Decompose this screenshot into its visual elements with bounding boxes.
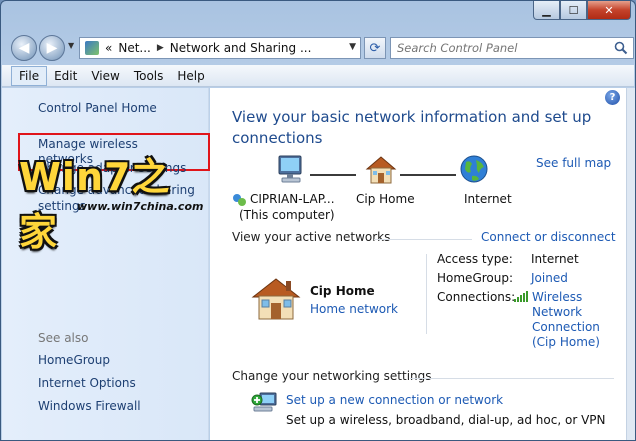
access-type-value: Internet (531, 252, 579, 266)
menu-edit[interactable]: Edit (47, 67, 84, 85)
change-settings-heading: Change your networking settings (232, 369, 432, 383)
network-map: CIPRIAN-LAP... (This computer) Cip Home … (210, 152, 626, 232)
refresh-button[interactable]: ⟳ (364, 37, 386, 59)
homegroup-label: HomeGroup: (437, 271, 514, 285)
close-icon: ✕ (604, 3, 614, 17)
sidebar-control-panel-home[interactable]: Control Panel Home (38, 101, 157, 116)
sidebar-windows-firewall[interactable]: Windows Firewall (38, 399, 141, 414)
map-computer-name[interactable]: CIPRIAN-LAP... (250, 192, 335, 206)
new-connection-icon (251, 392, 277, 412)
sidebar-internet-options[interactable]: Internet Options (38, 376, 136, 391)
menu-file[interactable]: File (11, 65, 48, 86)
minimize-button[interactable]: ▁ (533, 1, 560, 20)
computer-icon (278, 155, 302, 183)
menu-tools[interactable]: Tools (127, 67, 171, 85)
map-link-computer-home (310, 174, 356, 176)
main-content-pane: ? View your basic network information an… (210, 88, 626, 440)
navigation-bar: ◀ ▶ ▼ « Net... ▶ Network and Sharing ...… (9, 33, 634, 61)
address-overflow-chevron[interactable]: « (105, 41, 112, 55)
page-title: View your basic network information and … (232, 108, 592, 147)
menu-view[interactable]: View (84, 67, 126, 85)
menu-help[interactable]: Help (170, 67, 211, 85)
network-type-link[interactable]: Home network (310, 302, 398, 316)
watermark-url: www.win7china.com (77, 200, 204, 213)
address-bar[interactable]: « Net... ▶ Network and Sharing ... ▼ (79, 37, 361, 59)
active-network-divider (426, 254, 427, 334)
setup-new-connection-link[interactable]: Set up a new connection or network (286, 393, 503, 407)
task-sidebar: Control Panel Home Manage wireless netwo… (2, 88, 210, 440)
wireless-signal-icon (514, 291, 528, 302)
close-button[interactable]: ✕ (587, 1, 631, 20)
menu-bar: File Edit View Tools Help (2, 65, 634, 87)
arrow-left-icon: ◀ (18, 40, 30, 56)
map-network-name[interactable]: Cip Home (356, 192, 415, 206)
search-box[interactable] (390, 37, 634, 59)
active-networks-rule (374, 239, 472, 240)
breadcrumb-network-sharing[interactable]: Network and Sharing ... (170, 41, 312, 55)
wireless-connection-link[interactable]: Wireless Network Connection (Cip Home) (532, 290, 622, 350)
access-type-label: Access type: (437, 252, 513, 266)
win7china-watermark-logo: Win7之家 www.win7china.com (17, 146, 209, 254)
this-computer-small-icon (233, 194, 246, 206)
home-network-large-icon (251, 278, 301, 320)
minimize-icon: ▁ (542, 3, 551, 17)
active-networks-heading: View your active networks (232, 230, 391, 244)
active-network-name: Cip Home (310, 284, 375, 298)
address-dropdown-icon[interactable]: ▼ (349, 42, 356, 52)
explorer-window: ▁ ☐ ✕ ◀ ▶ ▼ « Net... ▶ Network and Shari… (0, 0, 636, 441)
arrow-right-icon: ▶ (46, 40, 58, 56)
internet-globe-icon (460, 155, 488, 183)
forward-button[interactable]: ▶ (39, 35, 65, 61)
recent-pages-button[interactable]: ▼ (68, 41, 74, 50)
sidebar-homegroup[interactable]: HomeGroup (38, 353, 110, 368)
control-panel-icon (85, 41, 99, 55)
maximize-button[interactable]: ☐ (560, 1, 587, 20)
refresh-icon: ⟳ (369, 40, 381, 56)
see-also-heading: See also (38, 331, 89, 345)
breadcrumb-network[interactable]: Net... (118, 41, 151, 55)
map-computer-sub: (This computer) (239, 208, 335, 222)
breadcrumb-separator-icon[interactable]: ▶ (157, 43, 164, 53)
map-internet-label[interactable]: Internet (464, 192, 512, 206)
back-button[interactable]: ◀ (11, 35, 37, 61)
connect-or-disconnect-link[interactable]: Connect or disconnect (481, 230, 616, 244)
home-network-icon (365, 156, 397, 184)
help-icon[interactable]: ? (605, 90, 620, 105)
connections-label: Connections: (437, 290, 516, 304)
search-icon[interactable] (614, 41, 628, 55)
chevron-down-icon: ▼ (68, 41, 75, 50)
homegroup-joined-link[interactable]: Joined (531, 271, 568, 285)
setup-new-connection-description: Set up a wireless, broadband, dial-up, a… (286, 413, 606, 427)
vertical-scrollbar[interactable] (626, 88, 635, 440)
caption-buttons: ▁ ☐ ✕ (533, 1, 631, 21)
change-settings-rule (410, 378, 614, 379)
maximize-icon: ☐ (568, 3, 579, 17)
search-input[interactable] (397, 41, 607, 55)
map-link-home-internet (400, 174, 456, 176)
